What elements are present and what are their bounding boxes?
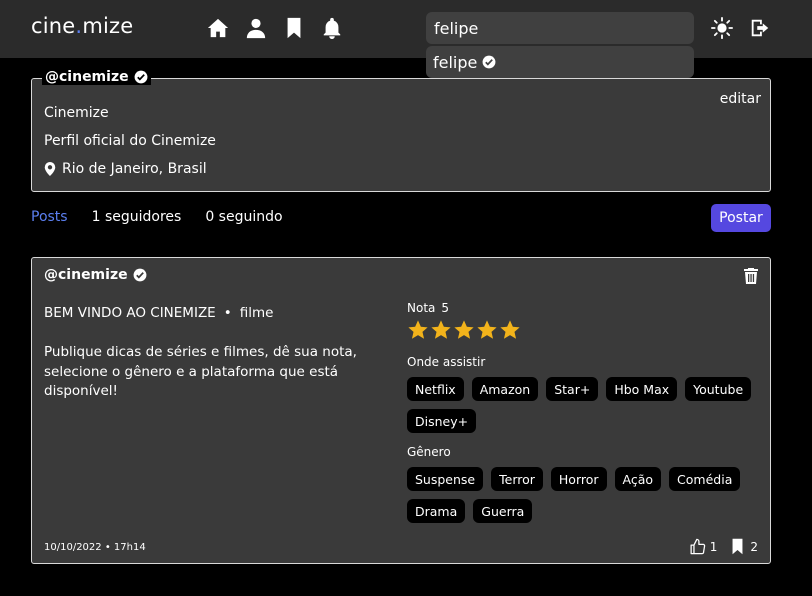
profile-handle: @cinemize <box>42 69 151 85</box>
genre-chips: Suspense Terror Horror Ação Comédia Drama Guer… <box>407 467 757 523</box>
genre-label: Gênero <box>407 445 451 459</box>
platform-chip: Amazon <box>471 377 539 401</box>
genre-chip: Drama <box>407 499 466 523</box>
save-count: 2 <box>750 539 758 554</box>
save-button[interactable]: 2 <box>729 538 758 555</box>
verified-icon <box>134 70 148 84</box>
platform-chip: Netflix <box>407 377 464 401</box>
tab-following[interactable]: 0 seguindo <box>205 209 282 225</box>
genre-chip: Suspense <box>407 467 484 491</box>
post-handle-text: @cinemize <box>44 267 128 283</box>
post-details: Nota 5 Onde assistir Netflix Amazon Star+ H… <box>407 301 757 523</box>
logo-text-right: mize <box>82 14 134 38</box>
post-title: BEM VINDO AO CINEMIZE <box>44 305 216 321</box>
post-card: @cinemize BEM VINDO AO CINEMIZE • filme Pu… <box>31 257 771 564</box>
rating-value: 5 <box>441 301 450 315</box>
post-body: Publique dicas de séries e filmes, dê su… <box>44 344 357 399</box>
trash-icon[interactable] <box>744 268 758 284</box>
post-type: filme <box>239 305 274 321</box>
genre-chip: Horror <box>550 467 607 491</box>
rating-label: Nota <box>407 301 436 315</box>
star-icon <box>476 319 498 341</box>
post-author[interactable]: @cinemize <box>44 267 147 283</box>
search-result-item[interactable]: felipe <box>426 46 694 78</box>
platform-chips: Netflix Amazon Star+ Hbo Max Youtube Disney+ <box>407 377 757 433</box>
post-actions: 1 2 <box>677 538 758 555</box>
post-title-line: BEM VINDO AO CINEMIZE • filme <box>44 305 273 321</box>
profile-handle-text: @cinemize <box>45 69 129 85</box>
star-icon <box>407 319 429 341</box>
logout-icon[interactable] <box>748 16 772 40</box>
bell-icon[interactable] <box>320 16 344 40</box>
post-button[interactable]: Postar <box>711 204 771 232</box>
bookmark-icon[interactable] <box>282 16 306 40</box>
genre-chip: Guerra <box>473 499 533 523</box>
platform-chip: Star+ <box>546 377 599 401</box>
like-count: 1 <box>709 539 718 554</box>
profile-name: Cinemize <box>44 105 109 121</box>
profile-card: @cinemize editar Cinemize Perfil oficial… <box>31 69 771 192</box>
genre-chip: Terror <box>491 467 543 491</box>
sun-icon[interactable] <box>710 16 734 40</box>
profile-tabs: Posts 1 seguidores 0 seguindo <box>31 209 307 225</box>
post-timestamp: 10/10/2022 • 17h14 <box>44 542 146 553</box>
search-result-name: felipe <box>433 52 478 72</box>
rating-stars <box>407 319 757 341</box>
tab-posts[interactable]: Posts <box>31 209 68 225</box>
star-icon <box>430 319 452 341</box>
verified-icon <box>133 268 147 282</box>
verified-icon <box>482 55 496 69</box>
profile-location-text: Rio de Janeiro, Brasil <box>62 161 207 177</box>
star-icon <box>453 319 475 341</box>
genre-chip: Comédia <box>669 467 741 491</box>
title-separator: • <box>223 305 232 321</box>
profile-bio: Perfil oficial do Cinemize <box>44 133 216 149</box>
star-icon <box>499 319 521 341</box>
search-input[interactable] <box>426 12 694 44</box>
home-icon[interactable] <box>206 16 230 40</box>
platform-chip: Disney+ <box>407 409 477 433</box>
where-to-watch-label: Onde assistir <box>407 355 486 369</box>
platform-chip: Hbo Max <box>606 377 678 401</box>
edit-profile-link[interactable]: editar <box>720 91 761 107</box>
location-pin-icon <box>44 162 56 176</box>
like-button[interactable]: 1 <box>689 538 718 555</box>
platform-chip: Youtube <box>685 377 752 401</box>
tab-followers[interactable]: 1 seguidores <box>92 209 182 225</box>
genre-chip: Ação <box>614 467 662 491</box>
logo-text-left: cine <box>31 14 76 38</box>
thumbs-up-icon <box>690 538 705 555</box>
user-icon[interactable] <box>244 16 268 40</box>
bookmark-icon <box>732 538 743 555</box>
rating-label-row: Nota 5 <box>407 301 757 315</box>
app-logo[interactable]: cine.mize <box>31 14 133 38</box>
profile-location: Rio de Janeiro, Brasil <box>44 161 207 177</box>
